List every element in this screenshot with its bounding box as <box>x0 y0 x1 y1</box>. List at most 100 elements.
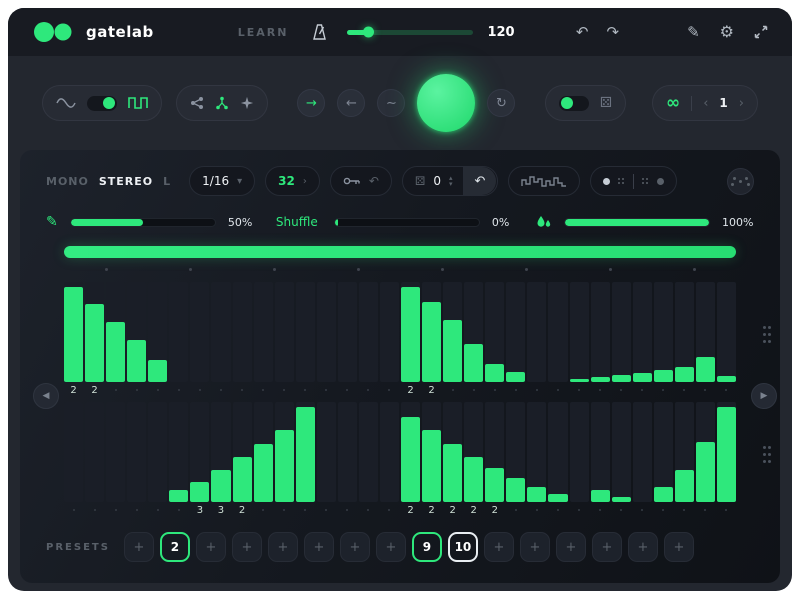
metronome-icon[interactable] <box>310 23 329 41</box>
smooth-wave-button[interactable]: ∼ <box>377 89 405 117</box>
seq-step[interactable] <box>654 402 673 502</box>
mono-button[interactable]: MONO <box>46 175 89 188</box>
seq-step[interactable] <box>254 282 273 382</box>
seq-step[interactable] <box>422 402 441 502</box>
step-repeat-count[interactable]: 2 <box>85 385 104 396</box>
seq-step[interactable] <box>254 402 273 502</box>
step-repeat-count[interactable]: 2 <box>422 385 441 396</box>
seq-step[interactable] <box>338 402 357 502</box>
preset-slot[interactable]: + <box>664 532 694 562</box>
rate-select[interactable]: 1/16 ▾ <box>189 166 255 196</box>
seq-step-bar[interactable] <box>696 357 715 382</box>
sequencer-bottom[interactable] <box>64 402 736 502</box>
seq-step[interactable] <box>570 402 589 502</box>
midi-connector-button[interactable] <box>727 168 754 195</box>
step-repeat-count[interactable]: 3 <box>211 505 230 516</box>
seq-step-bar[interactable] <box>254 444 273 502</box>
seq-step[interactable] <box>654 282 673 382</box>
morph-b-button[interactable] <box>657 178 664 185</box>
preset-slot[interactable]: + <box>376 532 406 562</box>
seq-step-bar[interactable] <box>696 442 715 502</box>
seq-step[interactable] <box>380 282 399 382</box>
seq-step[interactable] <box>275 282 294 382</box>
seq-step-bar[interactable] <box>296 407 315 502</box>
seq-step[interactable] <box>85 282 104 382</box>
step-repeat-count[interactable]: 2 <box>64 385 83 396</box>
settings-gear-button[interactable]: ⚙ <box>720 24 734 40</box>
seq-step[interactable] <box>527 282 546 382</box>
page-right-button[interactable]: ▶ <box>751 383 777 409</box>
seq-step[interactable] <box>190 282 209 382</box>
sine-wave-icon[interactable] <box>56 97 76 109</box>
seq-step[interactable] <box>148 402 167 502</box>
seq-step-bar[interactable] <box>211 470 230 502</box>
revert-icon[interactable]: ↶ <box>369 174 379 188</box>
preset-slot[interactable]: + <box>124 532 154 562</box>
step-forward-button[interactable]: → <box>297 89 325 117</box>
preset-slot[interactable]: 9 <box>412 532 442 562</box>
seq-step-bar[interactable] <box>464 344 483 382</box>
preset-slot[interactable]: + <box>196 532 226 562</box>
stepper-down-icon[interactable]: ▾ <box>449 181 453 187</box>
seq-step-bar[interactable] <box>443 320 462 382</box>
step-count-select[interactable]: 32 › <box>265 166 320 196</box>
seq-step[interactable] <box>612 282 631 382</box>
seq-step-bar[interactable] <box>233 457 252 502</box>
seq-step[interactable] <box>233 282 252 382</box>
seq-step-bar[interactable] <box>485 364 504 382</box>
preset-slot[interactable]: + <box>268 532 298 562</box>
draw-pencil-icon[interactable]: ✎ <box>46 214 58 230</box>
preset-slot[interactable]: + <box>556 532 586 562</box>
seq-step-bar[interactable] <box>717 407 736 502</box>
seq-step[interactable] <box>675 402 694 502</box>
seq-step-bar[interactable] <box>654 487 673 502</box>
seq-step[interactable] <box>591 402 610 502</box>
redo-button[interactable]: ↷ <box>607 25 620 40</box>
seq-step-bar[interactable] <box>85 304 104 382</box>
seq-step[interactable] <box>633 282 652 382</box>
preset-slot[interactable]: + <box>592 532 622 562</box>
seq-step-bar[interactable] <box>275 430 294 502</box>
preset-slot[interactable]: + <box>628 532 658 562</box>
step-repeat-count[interactable]: 2 <box>485 505 504 516</box>
sequencer-top[interactable] <box>64 282 736 382</box>
step-repeat-count[interactable]: 2 <box>464 505 483 516</box>
seq-step-bar[interactable] <box>506 478 525 502</box>
seq-step-bar[interactable] <box>422 302 441 382</box>
step-repeat-count[interactable]: 2 <box>422 505 441 516</box>
seq-step-bar[interactable] <box>148 360 167 382</box>
seq-step[interactable] <box>464 402 483 502</box>
seq-step[interactable] <box>675 282 694 382</box>
seq-step[interactable] <box>380 402 399 502</box>
sparkle-icon[interactable] <box>240 96 254 110</box>
seq-step-bar[interactable] <box>485 468 504 502</box>
seq-step-bar[interactable] <box>570 379 589 382</box>
bpm-slider[interactable] <box>347 30 473 35</box>
seq-step-bar[interactable] <box>443 444 462 502</box>
seq-step[interactable] <box>169 402 188 502</box>
seq-step[interactable] <box>717 282 736 382</box>
seq-step-bar[interactable] <box>127 340 146 382</box>
seq-step[interactable] <box>317 282 336 382</box>
step-back-button[interactable]: ← <box>337 89 365 117</box>
seq-step-bar[interactable] <box>64 287 83 382</box>
branch-nodes-icon[interactable] <box>215 96 229 110</box>
seq-step-bar[interactable] <box>464 457 483 502</box>
preset-slot[interactable]: 10 <box>448 532 478 562</box>
seq-step[interactable] <box>338 282 357 382</box>
step-repeat-count[interactable]: 2 <box>233 505 252 516</box>
seq-step-bar[interactable] <box>654 370 673 382</box>
seq-step[interactable] <box>548 282 567 382</box>
random-count-stepper[interactable]: ▴ ▾ <box>449 175 453 187</box>
seq-step[interactable] <box>317 402 336 502</box>
shuffle-slider[interactable] <box>334 218 480 227</box>
preset-slot[interactable]: 2 <box>160 532 190 562</box>
seq-step[interactable] <box>696 282 715 382</box>
seq-step[interactable] <box>506 282 525 382</box>
seq-step[interactable] <box>275 402 294 502</box>
seq-step[interactable] <box>401 282 420 382</box>
seq-step-bar[interactable] <box>106 322 125 382</box>
seq-step[interactable] <box>570 282 589 382</box>
loop-length-bar[interactable] <box>64 246 736 258</box>
preset-slot[interactable]: + <box>520 532 550 562</box>
